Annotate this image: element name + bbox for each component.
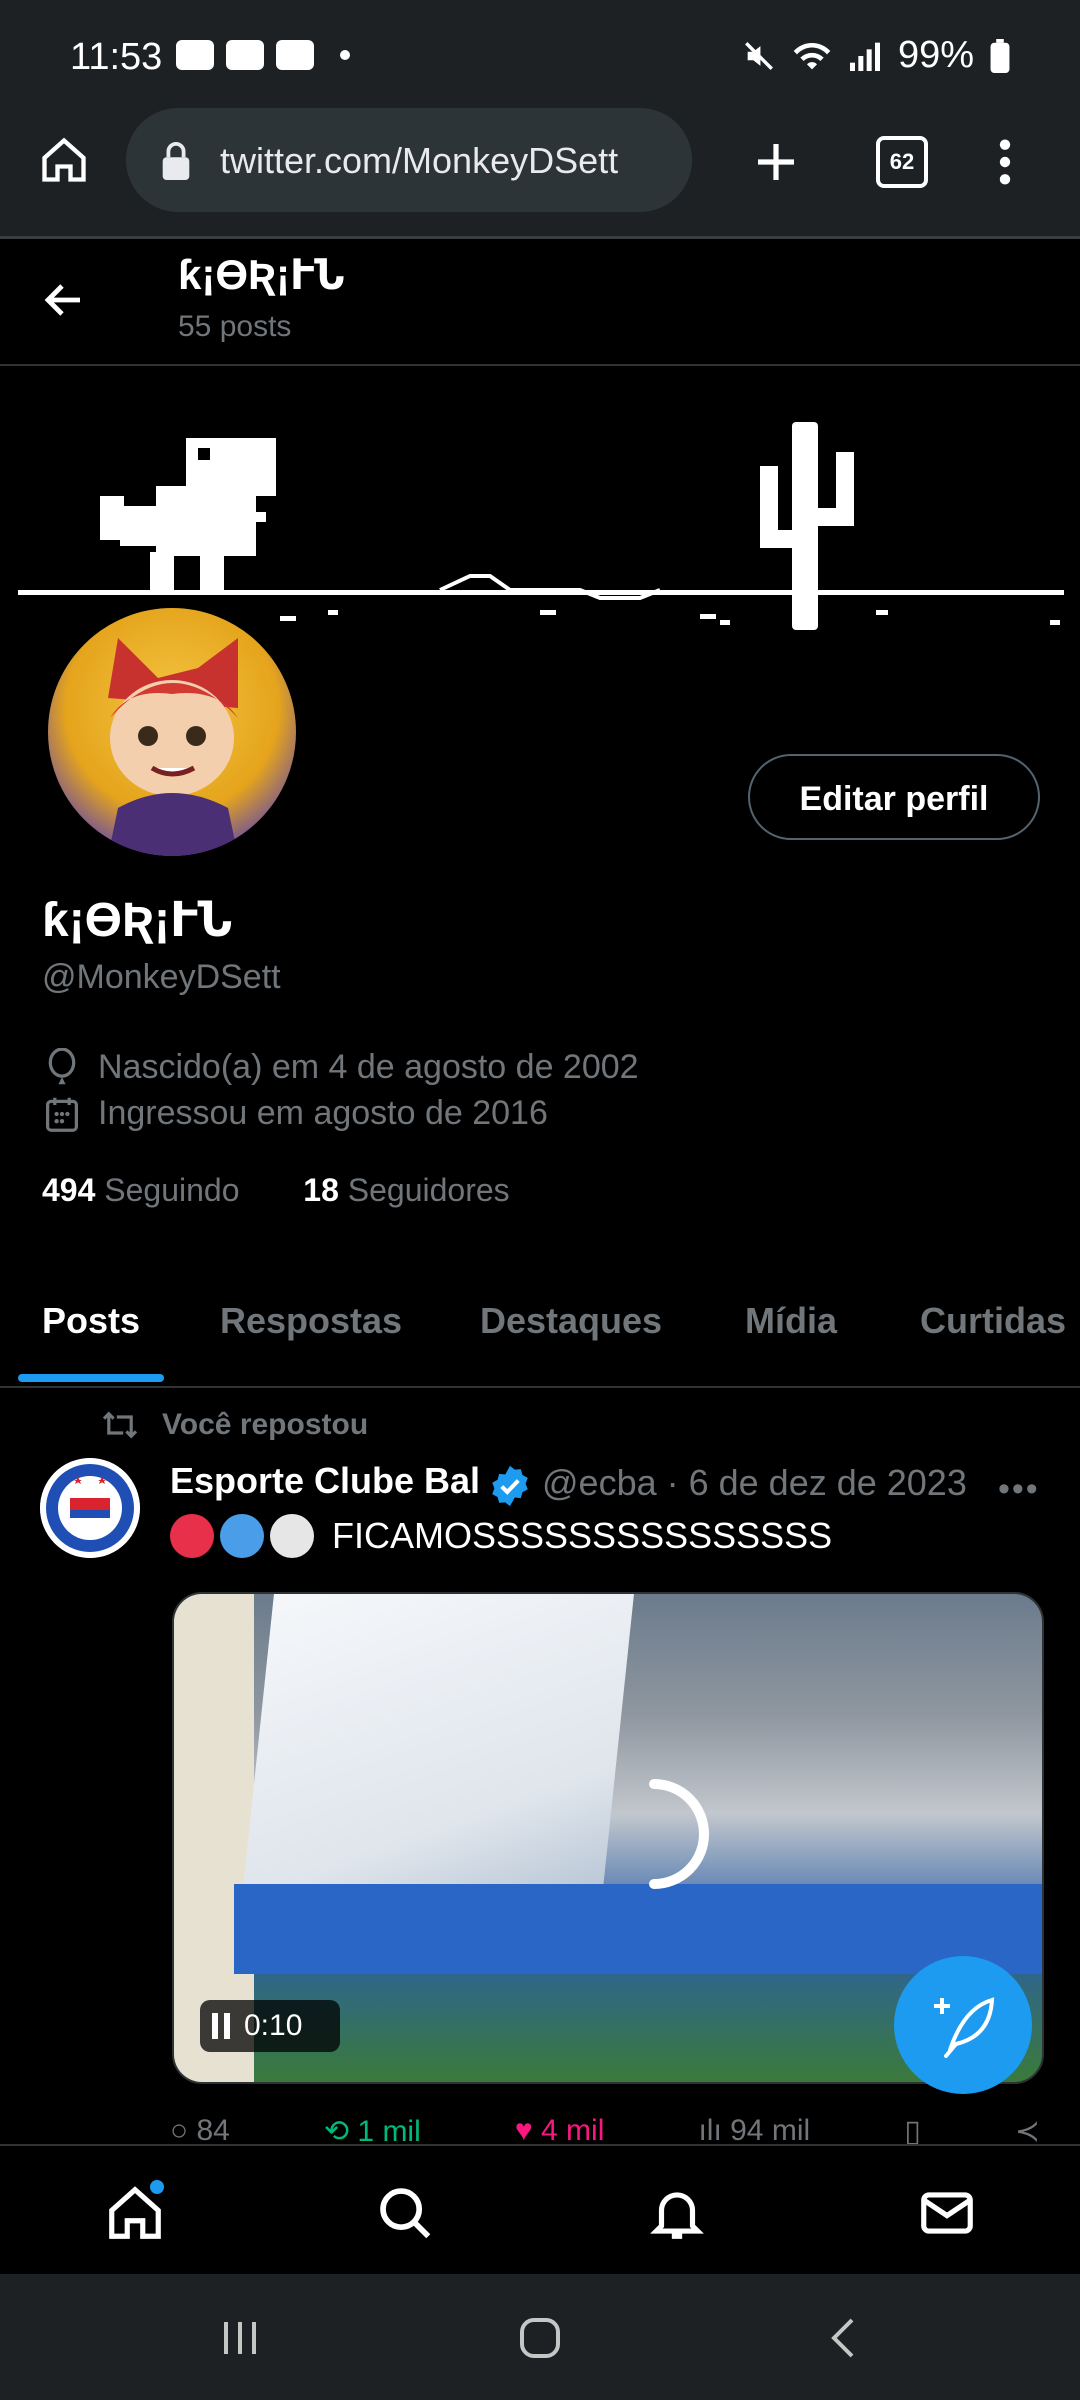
profile-avatar[interactable] <box>44 604 300 860</box>
new-posts-dot <box>150 2180 164 2194</box>
header-profile-name: ƙ¡ϴƦ¡ՒՆ <box>178 251 345 298</box>
repost-icon <box>102 1411 138 1439</box>
reply-icon: ○ <box>170 2114 197 2147</box>
search-icon[interactable] <box>374 2182 436 2244</box>
red-circle-emoji <box>170 1514 214 1558</box>
signal-icon <box>849 42 880 71</box>
tab-switcher-button[interactable]: 62 <box>876 136 928 188</box>
blue-circle-emoji <box>220 1514 264 1558</box>
calendar-icon <box>45 1097 79 1132</box>
tab-posts[interactable]: Posts <box>42 1300 140 1342</box>
profile-join-date: Ingressou em agosto de 2016 <box>98 1094 548 1132</box>
anime-character-avatar-image <box>108 638 238 856</box>
system-back-icon[interactable] <box>820 2314 868 2362</box>
repost-label: Você repostou <box>162 1408 369 1441</box>
tweet-text: FICAMOSSSSSSSSSSSSSSS <box>170 1514 832 1558</box>
followers-label: Seguidores <box>347 1172 510 1208</box>
bottom-navigation <box>0 2144 1080 2276</box>
tweet-text-body: FICAMOSSSSSSSSSSSSSSS <box>332 1515 833 1556</box>
like-count: 4 mil <box>541 2114 605 2147</box>
video-timestamp: 0:10 <box>244 2009 303 2042</box>
loading-spinner-icon <box>649 1779 709 1889</box>
profile-handle: @MonkeyDSett <box>42 958 281 996</box>
wifi-icon <box>793 42 831 69</box>
compose-feather-icon <box>934 1997 995 2058</box>
repost-context: Você repostou <box>100 1408 368 1442</box>
gallery-icon <box>226 40 264 70</box>
verified-badge-icon <box>492 1465 528 1507</box>
tweet-author-avatar[interactable] <box>40 1458 140 1558</box>
system-home-icon[interactable] <box>516 2314 564 2362</box>
header-post-count: 55 posts <box>178 310 292 343</box>
status-notification-icons <box>176 40 350 70</box>
following-link[interactable]: 494 Seguindo <box>42 1172 240 1208</box>
following-count: 494 <box>42 1172 96 1208</box>
browser-menu-icon[interactable] <box>990 136 1020 188</box>
messages-envelope-icon[interactable] <box>916 2182 978 2244</box>
url-text[interactable]: twitter.com/MonkeyDSett <box>220 140 618 182</box>
views-icon: ılı <box>698 2114 731 2147</box>
new-tab-icon[interactable] <box>752 138 800 186</box>
home-icon[interactable] <box>38 134 90 186</box>
follow-stats: 494 Seguindo 18 Seguidores <box>42 1172 510 1209</box>
divider <box>0 1386 1080 1388</box>
tweet-handle-date: @ecba · 6 de dez de 2023 <box>542 1462 967 1503</box>
white-circle-emoji <box>270 1514 314 1558</box>
balloon-icon <box>48 1048 76 1085</box>
edit-profile-button[interactable]: Editar perfil <box>748 754 1040 840</box>
recent-apps-icon[interactable] <box>216 2314 264 2362</box>
status-time: 11:53 <box>70 36 163 78</box>
lock-icon[interactable] <box>160 142 192 180</box>
profile-birthdate: Nascido(a) em 4 de agosto de 2002 <box>98 1048 639 1086</box>
more-options-icon[interactable]: ••• <box>998 1470 1040 1509</box>
ec-bahia-crest-icon <box>40 1458 140 1558</box>
profile-banner[interactable] <box>0 366 1080 636</box>
battery-percent: 99% <box>897 34 974 76</box>
tab-replies[interactable]: Respostas <box>220 1300 402 1342</box>
heart-icon: ♥ <box>514 2114 542 2147</box>
back-arrow-icon[interactable] <box>40 276 88 324</box>
reply-count: 84 <box>196 2114 230 2147</box>
pause-icon[interactable] <box>212 2013 230 2039</box>
more-notifications-dot <box>340 50 350 60</box>
following-label: Seguindo <box>104 1172 240 1208</box>
battery-icon <box>990 38 1010 73</box>
active-tab-indicator <box>18 1374 164 1382</box>
compose-post-button[interactable] <box>894 1956 1032 2094</box>
dino-game-banner-image <box>18 422 1064 630</box>
tab-media[interactable]: Mídia <box>745 1300 837 1342</box>
followers-link[interactable]: 18 Seguidores <box>303 1172 509 1208</box>
profile-display-name: ƙ¡ϴƦ¡ՒՆ <box>42 894 232 947</box>
youtube-icon <box>176 40 214 70</box>
calendar-icon <box>276 40 314 70</box>
followers-count: 18 <box>303 1172 339 1208</box>
tab-likes[interactable]: Curtidas <box>920 1300 1066 1342</box>
mute-icon <box>744 41 773 70</box>
profile-tabs: Posts Respostas Destaques Mídia Curtidas <box>0 1282 1080 1386</box>
notifications-bell-icon[interactable] <box>646 2182 708 2244</box>
tweet-author-name[interactable]: Esporte Clube Bal <box>170 1460 480 1502</box>
system-navigation-bar <box>0 2274 1080 2400</box>
video-controls[interactable]: 0:10 <box>200 2000 340 2052</box>
tab-highlights[interactable]: Destaques <box>480 1300 662 1342</box>
view-count: 94 mil <box>730 2114 811 2147</box>
status-right: 99% <box>742 34 1010 77</box>
